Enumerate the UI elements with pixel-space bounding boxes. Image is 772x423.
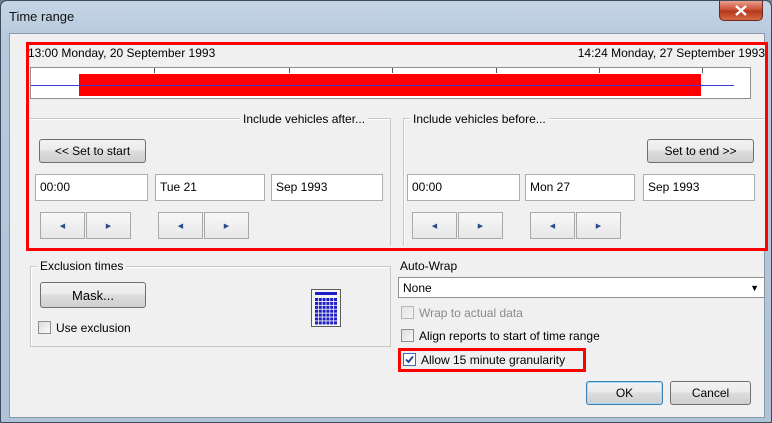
right-arrow-icon: ▶: [595, 222, 602, 230]
right-arrow-icon: ▶: [477, 222, 484, 230]
right-arrow-icon: ▶: [105, 222, 112, 230]
wrap-actual-data-label: Wrap to actual data: [419, 306, 523, 320]
left-arrow-icon: ◀: [177, 222, 184, 230]
timeline-tick: [289, 68, 290, 73]
after-time-right-arrow[interactable]: ▶: [86, 212, 131, 239]
use-exclusion-checkbox[interactable]: [38, 321, 51, 334]
wrap-actual-data-checkbox[interactable]: [401, 306, 414, 319]
ok-button[interactable]: OK: [586, 381, 663, 405]
close-icon: [735, 5, 747, 16]
range-start-label: 13:00 Monday, 20 September 1993: [28, 46, 216, 60]
close-button[interactable]: [719, 1, 763, 21]
exclusion-times-legend: Exclusion times: [37, 259, 127, 273]
title-bar: Time range: [1, 1, 771, 33]
after-time-field[interactable]: 00:00: [35, 174, 148, 201]
after-day-left-arrow[interactable]: ◀: [158, 212, 203, 239]
chevron-down-icon: ▼: [750, 283, 759, 293]
timeline-tick: [496, 68, 497, 73]
window-title: Time range: [9, 9, 75, 24]
after-month-field[interactable]: Sep 1993: [271, 174, 383, 201]
checkmark-icon: [405, 355, 414, 364]
timeline-tick: [392, 68, 393, 73]
align-reports-label[interactable]: Align reports to start of time range: [419, 329, 600, 343]
before-day-field[interactable]: Mon 27: [525, 174, 635, 201]
auto-wrap-selected: None: [403, 281, 432, 295]
before-time-left-arrow[interactable]: ◀: [412, 212, 457, 239]
set-to-end-button[interactable]: Set to end >>: [647, 139, 754, 163]
range-end-label: 14:24 Monday, 27 September 1993: [577, 46, 765, 60]
before-day-right-arrow[interactable]: ▶: [576, 212, 621, 239]
before-time-field[interactable]: 00:00: [407, 174, 520, 201]
before-month-field[interactable]: Sep 1993: [643, 174, 755, 201]
use-exclusion-label[interactable]: Use exclusion: [56, 321, 131, 335]
timeline-tick: [599, 68, 600, 73]
allow-15-minute-checkbox[interactable]: [403, 353, 416, 366]
auto-wrap-dropdown[interactable]: None ▼: [398, 277, 765, 298]
include-before-legend: Include vehicles before...: [410, 112, 549, 126]
auto-wrap-label: Auto-Wrap: [400, 259, 458, 273]
after-day-field[interactable]: Tue 21: [155, 174, 265, 201]
mask-button[interactable]: Mask...: [40, 282, 146, 308]
right-arrow-icon: ▶: [223, 222, 230, 230]
before-day-left-arrow[interactable]: ◀: [530, 212, 575, 239]
after-day-right-arrow[interactable]: ▶: [204, 212, 249, 239]
left-arrow-icon: ◀: [59, 222, 66, 230]
allow-15-minute-label[interactable]: Allow 15 minute granularity: [421, 353, 565, 367]
calendar-grid-icon: [311, 289, 341, 327]
before-time-right-arrow[interactable]: ▶: [458, 212, 503, 239]
after-time-left-arrow[interactable]: ◀: [40, 212, 85, 239]
left-arrow-icon: ◀: [549, 222, 556, 230]
timeline-tick: [702, 68, 703, 73]
cancel-button[interactable]: Cancel: [670, 381, 751, 405]
time-range-timeline[interactable]: [30, 67, 751, 99]
data-extent-line: [31, 85, 734, 86]
left-arrow-icon: ◀: [431, 222, 438, 230]
set-to-start-button[interactable]: << Set to start: [39, 139, 146, 163]
include-after-legend: Include vehicles after...: [240, 112, 369, 126]
timeline-tick: [154, 68, 155, 73]
align-reports-checkbox[interactable]: [401, 329, 414, 342]
